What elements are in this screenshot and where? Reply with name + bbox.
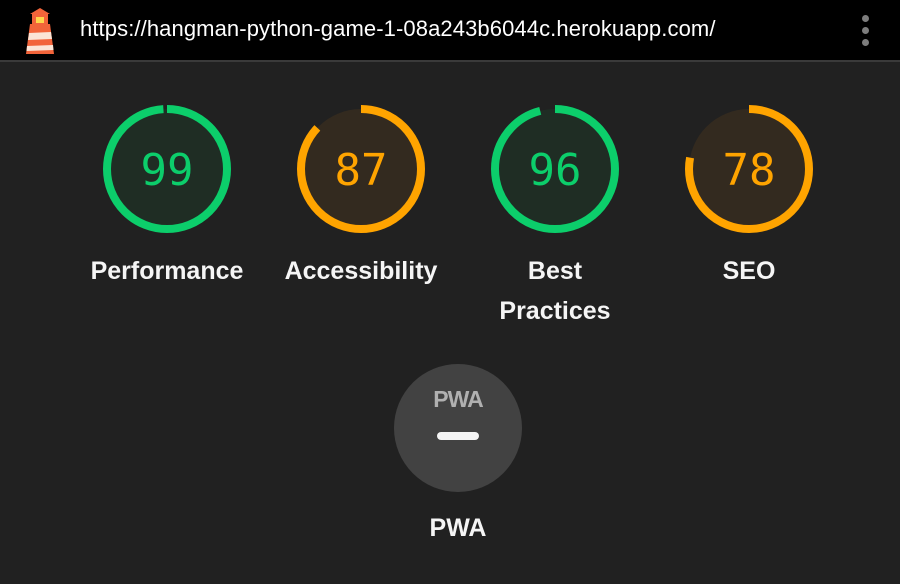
page-url: https://hangman-python-game-1-08a243b604… xyxy=(80,16,716,41)
gauge-score: 87 xyxy=(335,145,388,196)
gauge-ring: 78 xyxy=(685,105,813,233)
pwa-category[interactable]: PWA PWA xyxy=(358,364,558,543)
pwa-badge: PWA xyxy=(394,364,522,492)
gauge-label: Performance xyxy=(90,257,244,285)
gauge-best-practices[interactable]: 96 Best Practices xyxy=(455,103,655,331)
gauge-accessibility[interactable]: 87 Accessibility xyxy=(261,103,461,291)
lighthouse-icon xyxy=(26,8,54,54)
gauge-score: 99 xyxy=(141,145,194,196)
gauge-ring: 96 xyxy=(491,105,619,233)
gauge-score: 78 xyxy=(723,145,776,196)
top-bar: https://hangman-python-game-1-08a243b604… xyxy=(0,0,900,62)
gauge-label: Accessibility xyxy=(284,257,438,285)
gauge-score: 96 xyxy=(529,145,582,196)
pwa-label: PWA xyxy=(429,514,487,542)
gauge-label: SEO xyxy=(722,257,776,285)
pwa-dash-icon xyxy=(437,432,479,440)
more-vertical-icon[interactable] xyxy=(854,12,878,50)
gauge-ring: 87 xyxy=(297,105,425,233)
gauge-seo[interactable]: 78 SEO xyxy=(649,103,849,291)
gauge-ring: 99 xyxy=(103,105,231,233)
gauge-label: Best Practices xyxy=(499,257,611,325)
pwa-badge-text: PWA xyxy=(433,386,483,412)
gauge-performance[interactable]: 99 Performance xyxy=(67,103,267,291)
